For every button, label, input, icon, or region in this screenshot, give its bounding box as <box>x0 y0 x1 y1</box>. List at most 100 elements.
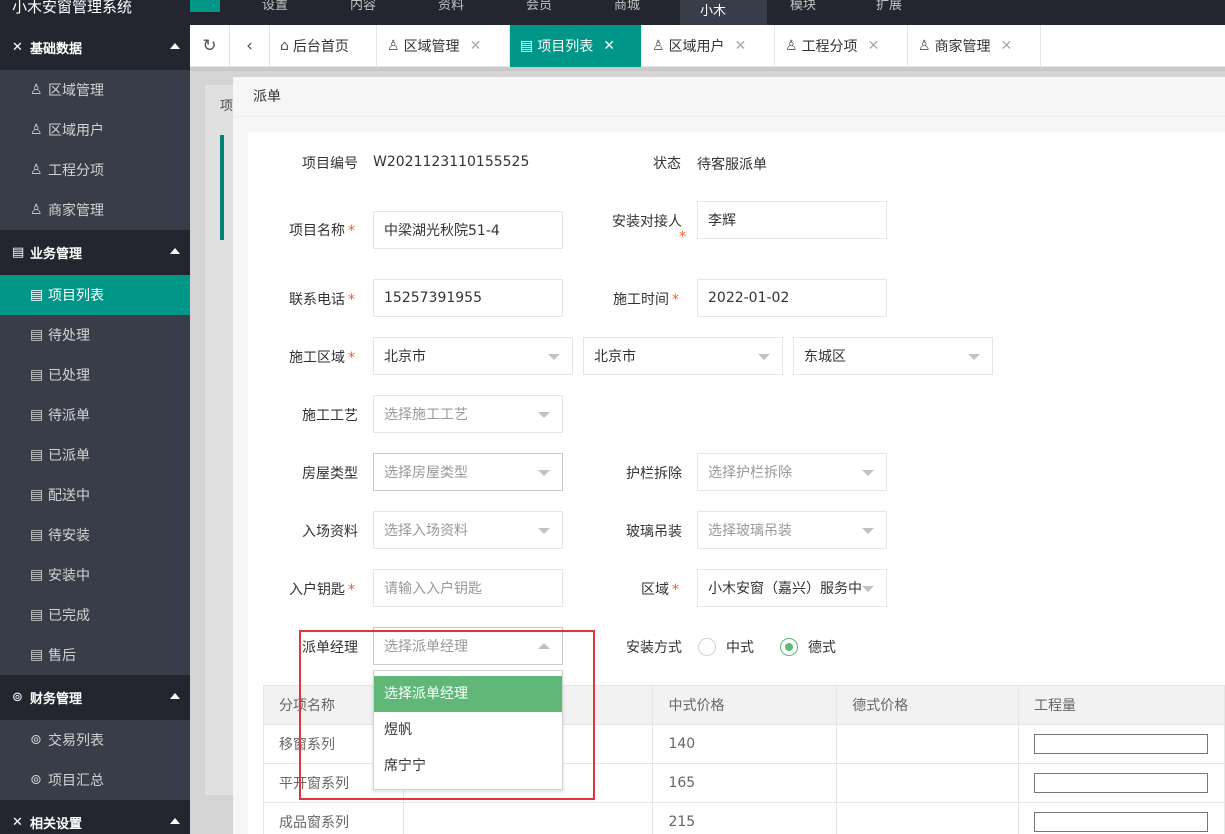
top-nav-item[interactable]: 资料 <box>438 0 464 13</box>
sidebar-item-merchant[interactable]: ♙ 商家管理 <box>0 190 190 230</box>
sidebar-group-basic[interactable]: ✕ 基础数据 <box>0 25 190 70</box>
user-icon: ♙ <box>652 38 665 54</box>
sidebar-item-project-list[interactable]: ▤ 项目列表 <box>0 275 190 315</box>
glass-lift-select[interactable]: 选择玻璃吊装 <box>697 511 887 549</box>
district-select[interactable]: 东城区 <box>793 337 993 375</box>
sidebar-item-region[interactable]: ♙ 区域管理 <box>0 70 190 110</box>
quantity-input[interactable] <box>1034 734 1209 754</box>
close-icon[interactable]: ✕ <box>735 38 747 54</box>
chevron-down-icon <box>758 354 770 360</box>
install-method-chinese-radio[interactable]: 中式 <box>698 637 754 657</box>
top-nav-item[interactable]: 设置 <box>262 0 288 13</box>
user-icon: ♙ <box>785 38 798 54</box>
top-nav-item[interactable]: 会员 <box>526 0 552 13</box>
tab-project-item[interactable]: ♙ 工程分项 ✕ <box>775 25 908 67</box>
tab-label: 商家管理 <box>934 39 991 55</box>
top-nav-item[interactable]: 模块 <box>790 0 816 13</box>
tab-home[interactable]: ⌂ 后台首页 <box>270 25 377 67</box>
table-row: 成品窗系列 215 <box>263 802 1225 834</box>
required-mark: * <box>348 582 355 598</box>
craft-select[interactable]: 选择施工工艺 <box>373 395 563 433</box>
close-icon[interactable]: ✕ <box>1001 38 1013 54</box>
entry-docs-label: 入场资料 <box>302 524 358 540</box>
sidebar-item-label: 售后 <box>48 648 76 664</box>
close-icon[interactable]: ✕ <box>603 38 615 54</box>
top-nav-item[interactable]: 商城 <box>614 0 640 13</box>
installer-input[interactable]: 李辉 <box>697 201 887 239</box>
sidebar-item-to-install[interactable]: ▤ 待安装 <box>0 515 190 555</box>
tab-project-list[interactable]: ▤ 项目列表 ✕ <box>510 25 642 67</box>
table-cell: 成品窗系列 <box>263 802 404 834</box>
tab-scroll-left-button[interactable]: ‹ <box>230 25 270 67</box>
tab-merchant[interactable]: ♙ 商家管理 ✕ <box>908 25 1041 67</box>
table-header-cell: 工程量 <box>1018 685 1225 725</box>
sidebar-item-label: 待处理 <box>48 328 90 344</box>
status-label: 状态 <box>653 156 681 172</box>
city-select[interactable]: 北京市 <box>583 337 783 375</box>
home-icon: ⌂ <box>280 38 289 54</box>
user-icon: ♙ <box>387 38 400 54</box>
sidebar: ✕ 基础数据 ♙ 区域管理 ♙ 区域用户 ♙ 工程分项 ♙ 商家管理 ▤ 业务管理 ▤ 项… <box>0 25 190 834</box>
table-header-cell: 中式价格 <box>652 685 838 725</box>
dropdown-option[interactable]: 席宁宁 <box>374 748 562 784</box>
select-placeholder: 选择玻璃吊装 <box>708 523 792 539</box>
doc-icon: ▤ <box>30 487 44 503</box>
sidebar-item-completed[interactable]: ▤ 已完成 <box>0 595 190 635</box>
entry-docs-select[interactable]: 选择入场资料 <box>373 511 563 549</box>
tools-icon: ✕ <box>12 815 23 830</box>
refresh-button[interactable]: ↻ <box>190 25 230 67</box>
key-input[interactable]: 请输入入户钥匙 <box>373 569 563 607</box>
quantity-input[interactable] <box>1034 773 1209 793</box>
sidebar-item-transactions[interactable]: ⊚ 交易列表 <box>0 720 190 760</box>
label-text: 施工时间 <box>613 292 669 308</box>
sidebar-item-after-sales[interactable]: ▤ 售后 <box>0 635 190 675</box>
select-placeholder: 选择房屋类型 <box>384 465 468 481</box>
sidebar-item-processed[interactable]: ▤ 已处理 <box>0 355 190 395</box>
tab-region-user[interactable]: ♙ 区域用户 ✕ <box>642 25 775 67</box>
dropdown-option-placeholder[interactable]: 选择派单经理 <box>374 676 562 712</box>
sidebar-item-delivering[interactable]: ▤ 配送中 <box>0 475 190 515</box>
sidebar-item-label: 交易列表 <box>48 733 104 749</box>
required-mark: * <box>679 229 686 245</box>
sidebar-item-to-dispatch[interactable]: ▤ 待派单 <box>0 395 190 435</box>
doc-icon: ▤ <box>30 607 44 623</box>
label-text: 入户钥匙 <box>289 582 345 598</box>
chevron-down-icon <box>862 586 874 592</box>
sidebar-group-label: 财务管理 <box>30 692 83 707</box>
close-icon[interactable]: ✕ <box>868 38 880 54</box>
sidebar-item-project-item[interactable]: ♙ 工程分项 <box>0 150 190 190</box>
project-name-input[interactable]: 中梁湖光秋院51-4 <box>373 211 563 249</box>
top-nav-item[interactable]: 扩展 <box>876 0 902 13</box>
sidebar-group-business[interactable]: ▤ 业务管理 <box>0 230 190 275</box>
chevron-down-icon <box>862 470 874 476</box>
refresh-icon: ↻ <box>202 36 217 56</box>
tab-region-manage[interactable]: ♙ 区域管理 ✕ <box>377 25 510 67</box>
top-nav-item-active[interactable]: 小木 <box>680 0 767 25</box>
sidebar-item-installing[interactable]: ▤ 安装中 <box>0 555 190 595</box>
table-cell <box>402 802 654 834</box>
dropdown-option[interactable]: 煜帆 <box>374 712 562 748</box>
sidebar-group-settings[interactable]: ✕ 相关设置 <box>0 800 190 834</box>
province-select[interactable]: 北京市 <box>373 337 573 375</box>
sidebar-item-project-summary[interactable]: ⊚ 项目汇总 <box>0 760 190 800</box>
sidebar-item-pending[interactable]: ▤ 待处理 <box>0 315 190 355</box>
time-input[interactable]: 2022-01-02 <box>697 279 887 317</box>
install-method-german-radio[interactable]: 德式 <box>780 637 836 657</box>
manager-select[interactable]: 选择派单经理 <box>373 627 563 665</box>
app-brand: 小木安窗管理系统 <box>12 0 133 16</box>
sidebar-group-finance[interactable]: ⊚ 财务管理 <box>0 675 190 720</box>
chevron-up-icon <box>170 248 180 254</box>
close-icon[interactable]: ✕ <box>470 38 482 54</box>
table-cell <box>1018 802 1225 834</box>
top-nav-item[interactable]: 内容 <box>350 0 376 13</box>
phone-input[interactable]: 15257391955 <box>373 279 563 317</box>
area-select[interactable]: 小木安窗（嘉兴）服务中 <box>697 569 887 607</box>
menu-toggle-button[interactable] <box>190 0 220 12</box>
rail-removal-select[interactable]: 选择护栏拆除 <box>697 453 887 491</box>
sidebar-item-dispatched[interactable]: ▤ 已派单 <box>0 435 190 475</box>
sidebar-item-region-user[interactable]: ♙ 区域用户 <box>0 110 190 150</box>
house-type-select[interactable]: 选择房屋类型 <box>373 453 563 491</box>
quantity-input[interactable] <box>1034 812 1209 832</box>
project-name-label: 项目名称 * <box>289 220 355 240</box>
doc-icon: ▤ <box>30 527 44 543</box>
